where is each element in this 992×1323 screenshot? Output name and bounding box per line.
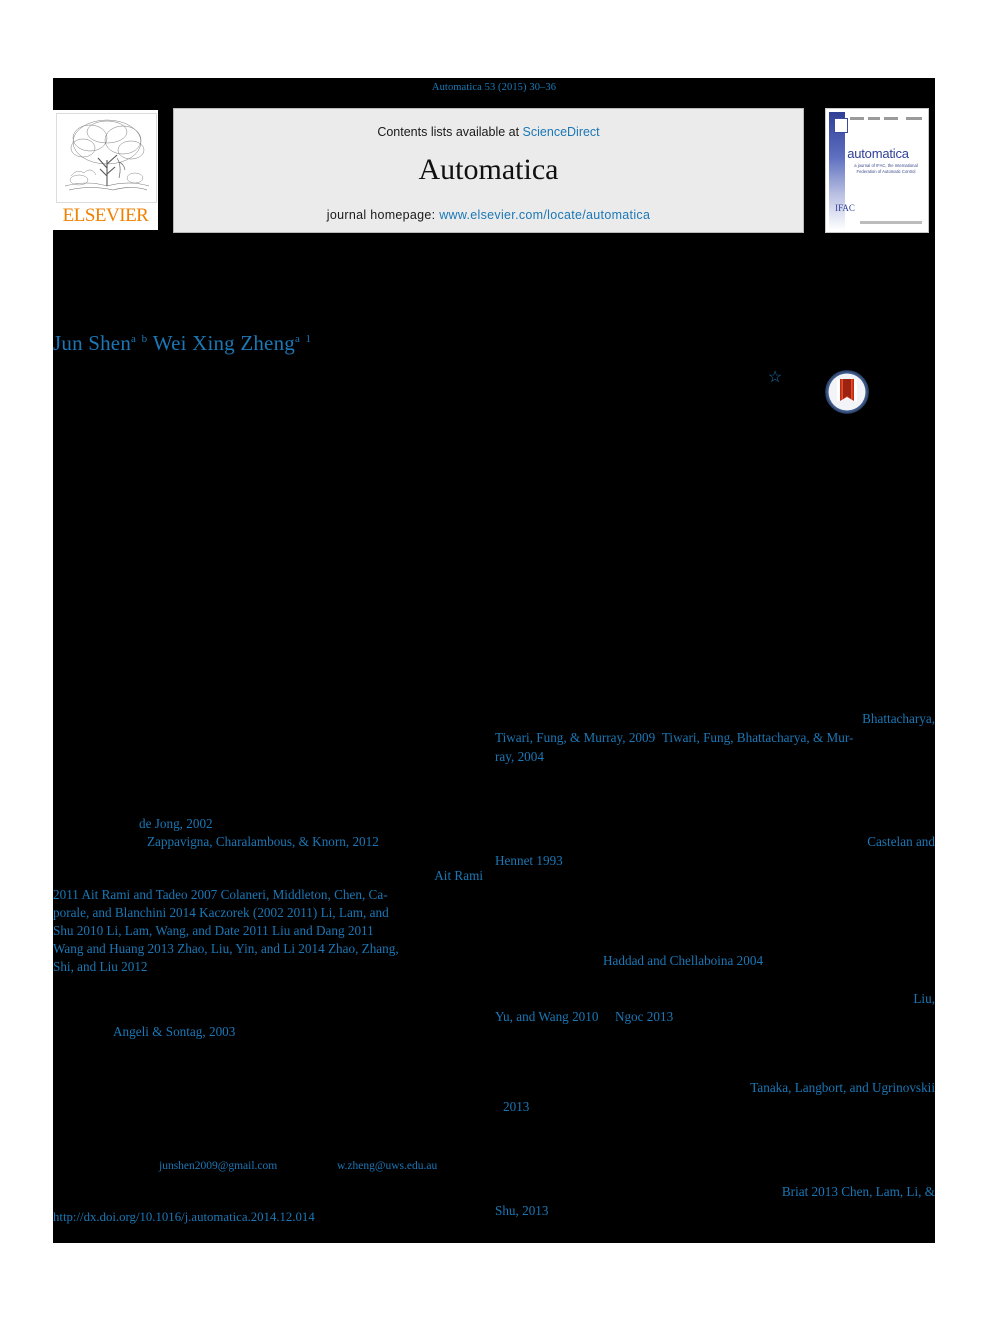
cover-publisher-mark — [834, 118, 848, 133]
citation-tiwari-2004-part2[interactable]: ray, 2004 — [495, 748, 935, 767]
author-line: Jun Shena b Wei Xing Zhenga 1 — [53, 331, 311, 356]
contents-available-line: Contents lists available at ScienceDirec… — [174, 125, 803, 139]
citation-liu-part2[interactable]: Yu, and Wang 2010 — [495, 1009, 598, 1024]
citation-tiwari-fung-murray[interactable]: Tiwari, Fung, & Murray, 2009 Tiwari, Fun… — [495, 729, 975, 748]
journal-homepage-line: journal homepage: www.elsevier.com/locat… — [174, 208, 803, 222]
citation-ait-rami[interactable]: Ait Rami — [53, 867, 483, 886]
citation-tanaka-part1[interactable]: Tanaka, Langbort, and Ugrinovskii — [495, 1079, 935, 1098]
doi-link[interactable]: http://dx.doi.org/10.1016/j.automatica.2… — [53, 1210, 315, 1225]
citation-zappavigna[interactable]: Zappavigna, Charalambous, & Knorn, 2012 — [147, 833, 507, 852]
cover-volume-bar — [848, 116, 924, 121]
citation-ngoc[interactable]: Ngoc 2013 — [615, 1009, 673, 1024]
citation-angeli-sontag[interactable]: Angeli & Sontag, 2003 — [113, 1023, 413, 1042]
citation-liu-part1[interactable]: Liu, — [495, 990, 935, 1009]
citation-positive-systems-line-1[interactable]: 2011 Ait Rami and Tadeo 2007 Colaneri, M… — [53, 886, 483, 905]
author-name-first: Jun Shen — [53, 331, 132, 355]
elsevier-tree-icon — [56, 113, 157, 203]
citation-haddad-chellaboina[interactable]: Haddad and Chellaboina 2004 — [603, 952, 933, 971]
citation-positive-systems-line-5[interactable]: Shi, and Liu 2012 — [53, 958, 483, 977]
cover-journal-subtitle: a journal of IFAC, the International Fed… — [854, 163, 918, 174]
sciencedirect-link[interactable]: ScienceDirect — [523, 125, 600, 139]
citation-tiwari-2009[interactable]: Tiwari, Fung, & Murray, 2009 — [495, 730, 655, 745]
elsevier-wordmark: ELSEVIER — [62, 205, 149, 226]
journal-title: Automatica — [418, 153, 559, 186]
running-head: Automatica 53 (2015) 30–36 — [431, 82, 557, 93]
crossmark-badge-icon[interactable] — [825, 370, 869, 414]
citation-bhattacharya[interactable]: Bhattacharya, — [495, 710, 935, 729]
citation-liu-yu-wang[interactable]: Yu, and Wang 2010 Ngoc 2013 — [495, 1008, 935, 1027]
email-second-author[interactable]: w.zheng@uws.edu.au — [337, 1160, 437, 1172]
journal-masthead: ELSEVIER Contents lists available at Sci… — [53, 108, 935, 233]
author-affil-first-b: b — [141, 333, 148, 345]
article-page: Automatica 53 (2015) 30–36 ELSEVIER Cont… — [53, 78, 935, 1243]
cover-ifac-logo: IFAC — [835, 203, 855, 213]
citation-positive-systems-line-2[interactable]: porale, and Blanchini 2014 Kaczorek (200… — [53, 904, 483, 923]
elsevier-logo: ELSEVIER — [53, 110, 158, 230]
citation-tanaka-part2[interactable]: 2013 — [503, 1098, 703, 1117]
citation-positive-systems-line-4[interactable]: Wang and Huang 2013 Zhao, Liu, Yin, and … — [53, 940, 483, 959]
journal-header-box: Contents lists available at ScienceDirec… — [173, 108, 804, 233]
email-first-author[interactable]: junshen2009@gmail.com — [159, 1160, 277, 1172]
journal-cover-thumbnail: automatica a journal of IFAC, the Intern… — [825, 108, 929, 233]
author-name-second: Wei Xing Zheng — [152, 331, 295, 355]
crossmark-svg — [825, 370, 869, 414]
elsevier-tree-drawing — [57, 114, 156, 202]
author-affil-second-a: a — [294, 333, 301, 345]
citation-tiwari-2004-part1[interactable]: Tiwari, Fung, Bhattacharya, & Mur- — [662, 730, 854, 745]
contents-prefix-text: Contents lists available at — [377, 125, 523, 139]
star-footnote-icon[interactable]: ☆ — [766, 369, 784, 387]
citation-chen-shu[interactable]: Shu, 2013 — [495, 1202, 795, 1221]
cover-journal-name: automatica — [847, 146, 909, 161]
homepage-prefix-text: journal homepage: — [326, 208, 440, 222]
citation-castelan-part2[interactable]: Hennet 1993 — [495, 852, 795, 871]
citation-briat-chen[interactable]: Briat 2013 Chen, Lam, Li, & — [495, 1183, 935, 1202]
citation-de-jong[interactable]: de Jong, 2002 — [139, 815, 439, 834]
author-affil-first-a: a — [131, 333, 137, 345]
citation-positive-systems-line-3[interactable]: Shu 2010 Li, Lam, Wang, and Date 2011 Li… — [53, 922, 483, 941]
journal-homepage-link[interactable]: www.elsevier.com/locate/automatica — [439, 208, 650, 222]
author-footnote-marker: 1 — [305, 333, 312, 345]
cover-footer-rule — [860, 221, 922, 224]
citation-castelan-part1[interactable]: Castelan and — [495, 833, 935, 852]
